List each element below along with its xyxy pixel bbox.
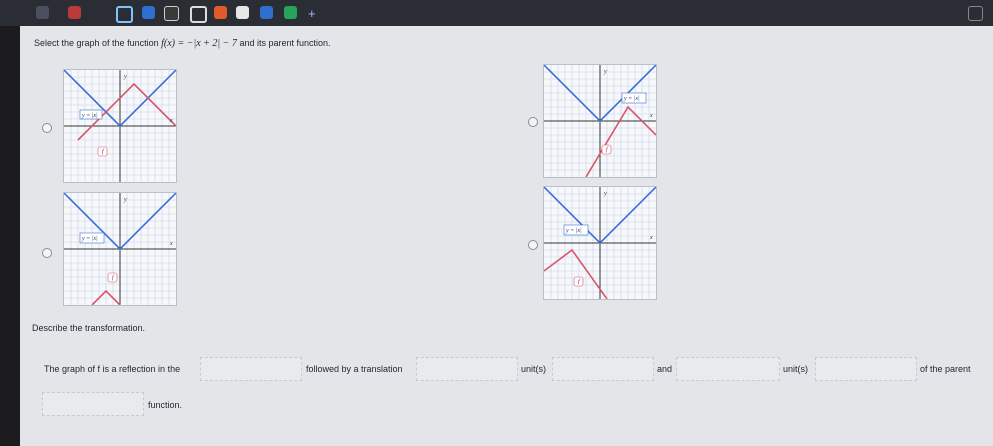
translation-amount-2-input[interactable] xyxy=(676,357,780,381)
translation-amount-1-input[interactable] xyxy=(416,357,518,381)
play-icon[interactable] xyxy=(284,6,297,19)
question-text: Select the graph of the function f(x) = … xyxy=(34,38,331,49)
app-c-icon[interactable] xyxy=(142,6,155,19)
y-axis-label: y xyxy=(603,69,607,75)
window-icon[interactable] xyxy=(968,6,983,21)
y-axis-label: y xyxy=(123,74,127,80)
describe-label: Describe the transformation. xyxy=(32,323,146,333)
x-axis-label: x xyxy=(649,235,653,241)
parent-function-label: y = |x| xyxy=(565,228,582,234)
parent-function-label: y = |x| xyxy=(81,236,98,242)
question-suffix: and its parent function. xyxy=(239,38,331,48)
calendar-icon[interactable] xyxy=(236,6,249,19)
option-a-radio[interactable] xyxy=(42,123,52,133)
option-b-graph[interactable]: y = |x| f x y xyxy=(543,64,657,178)
question-page: Select the graph of the function f(x) = … xyxy=(20,26,993,446)
option-a-graph[interactable]: y = |x| f x y xyxy=(63,69,177,183)
taskbar: + xyxy=(0,0,993,26)
statement-part6: of the parent xyxy=(920,364,971,374)
reflection-axis-input[interactable] xyxy=(200,357,302,381)
option-c-graph[interactable]: y = |x| f x y xyxy=(63,192,177,306)
option-b-radio[interactable] xyxy=(528,117,538,127)
x-axis-label: x xyxy=(649,113,653,119)
app-grid-icon[interactable] xyxy=(36,6,49,19)
app-b-icon[interactable] xyxy=(260,6,273,19)
statement-part3: unit(s) xyxy=(521,364,547,374)
x-axis-label: x xyxy=(169,118,173,124)
parent-function-label: y = |x| xyxy=(81,113,98,119)
x-axis-label: x xyxy=(169,241,173,247)
option-c-radio[interactable] xyxy=(42,248,52,258)
function-expression: f(x) = −|x + 2| − 7 xyxy=(161,38,237,49)
statement-part5: unit(s) xyxy=(783,364,809,374)
parent-function-label: y = |x| xyxy=(623,96,640,102)
option-d-radio[interactable] xyxy=(528,240,538,250)
app-icon[interactable] xyxy=(68,6,81,19)
translation-direction-2-input[interactable] xyxy=(815,357,917,381)
translation-direction-1-input[interactable] xyxy=(552,357,654,381)
statement-part7: function. xyxy=(148,400,183,410)
app-a-icon[interactable] xyxy=(164,6,179,21)
parent-function-input[interactable] xyxy=(42,392,144,416)
pen-icon[interactable] xyxy=(214,6,227,19)
statement-part1: The graph of f is a reflection in the xyxy=(44,364,181,374)
statement-part2: followed by a translation xyxy=(306,364,403,374)
question-prefix: Select the graph of the function xyxy=(34,38,159,48)
y-axis-label: y xyxy=(123,197,127,203)
option-d-graph[interactable]: y = |x| f x y xyxy=(543,186,657,300)
y-axis-label: y xyxy=(603,191,607,197)
add-icon[interactable]: + xyxy=(308,6,321,21)
search-q-icon[interactable] xyxy=(190,6,207,23)
search-icon[interactable] xyxy=(116,6,133,23)
statement-part4: and xyxy=(657,364,673,374)
